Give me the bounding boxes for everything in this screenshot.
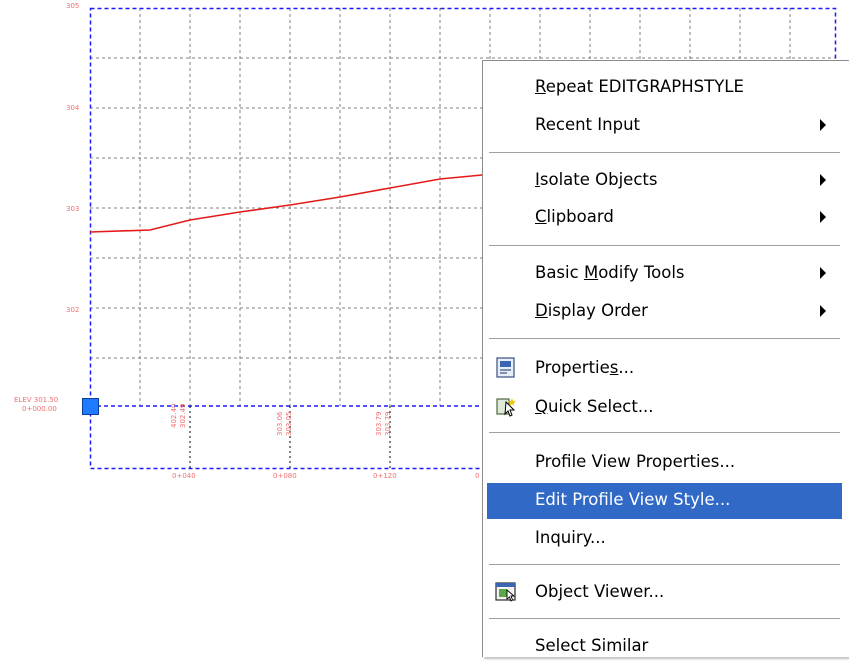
station-label: 0+040: [172, 472, 196, 480]
submenu-arrow-icon: [820, 305, 826, 317]
datum-station-label: 0+000.00: [22, 405, 57, 413]
menu-item-label: Object Viewer...: [535, 582, 665, 601]
menu-item-label: Properties...: [535, 358, 635, 377]
profile-view-grip[interactable]: [82, 398, 99, 415]
elevation-label: 302: [66, 306, 80, 314]
menu-item-repeat-editgraphstyle[interactable]: Repeat EDITGRAPHSTYLE: [487, 70, 842, 106]
menu-separator: [489, 618, 840, 620]
menu-item-display-order[interactable]: Display Order: [487, 294, 842, 330]
menu-separator: [489, 564, 840, 566]
submenu-arrow-icon: [820, 174, 826, 186]
menu-item-label: Inquiry...: [535, 528, 606, 547]
menu-item-label: Recent Input: [535, 115, 640, 134]
context-menu: Repeat EDITGRAPHSTYLE Recent Input Isola…: [482, 60, 849, 657]
menu-separator: [489, 432, 840, 434]
station-label: 0+080: [273, 472, 297, 480]
menu-item-label: Display Order: [535, 301, 648, 320]
menu-item-label: Select Similar: [535, 636, 649, 655]
menu-item-select-similar[interactable]: Select Similar: [487, 629, 842, 665]
profile-line[interactable]: [89, 174, 483, 233]
menu-item-label: Repeat EDITGRAPHSTYLE: [535, 77, 744, 96]
menu-item-quick-select[interactable]: Quick Select...: [487, 390, 842, 426]
menu-item-profile-view-properties[interactable]: Profile View Properties...: [487, 445, 842, 481]
menu-item-recent-input[interactable]: Recent Input: [487, 108, 842, 144]
submenu-arrow-icon: [820, 267, 826, 279]
elevation-label: 304: [66, 104, 80, 112]
elevation-label: 305: [66, 2, 80, 10]
vertical-data-label: 303.06: [276, 411, 284, 437]
menu-item-clipboard[interactable]: Clipboard: [487, 200, 842, 236]
station-ticks: [189, 406, 491, 470]
datum-elevation-label: ELEV 301.50: [14, 396, 59, 404]
quick-select-icon: [496, 398, 516, 417]
menu-item-label: Quick Select...: [535, 397, 654, 416]
elevation-label: 303: [66, 205, 80, 213]
menu-item-label: Edit Profile View Style...: [535, 490, 731, 509]
vertical-data-label: 402.40: [170, 403, 178, 429]
menu-separator: [489, 338, 840, 340]
menu-item-label: Profile View Properties...: [535, 452, 736, 471]
menu-item-properties[interactable]: Properties...: [487, 351, 842, 387]
menu-item-inquiry[interactable]: Inquiry...: [487, 521, 842, 557]
object-viewer-icon: [495, 582, 516, 602]
menu-item-basic-modify-tools[interactable]: Basic Modify Tools: [487, 256, 842, 292]
station-label: 0: [475, 472, 480, 480]
menu-item-label: Basic Modify Tools: [535, 263, 685, 282]
vertical-data-label: 302.49: [179, 403, 187, 429]
menu-item-label: Isolate Objects: [535, 170, 658, 189]
menu-item-object-viewer[interactable]: Object Viewer...: [487, 575, 842, 611]
vertical-data-label: 303.79: [375, 411, 383, 437]
station-label: 0+120: [373, 472, 397, 480]
submenu-arrow-icon: [820, 119, 826, 131]
submenu-arrow-icon: [820, 211, 826, 223]
menu-separator: [489, 245, 840, 247]
vertical-data-label: 303.79: [384, 411, 392, 437]
menu-item-isolate-objects[interactable]: Isolate Objects: [487, 163, 842, 199]
vertical-data-label: 303.05: [285, 411, 293, 437]
menu-item-label: Clipboard: [535, 207, 614, 226]
properties-icon: [496, 357, 515, 378]
menu-separator: [489, 152, 840, 154]
menu-item-edit-profile-view-style[interactable]: Edit Profile View Style...: [487, 483, 842, 519]
